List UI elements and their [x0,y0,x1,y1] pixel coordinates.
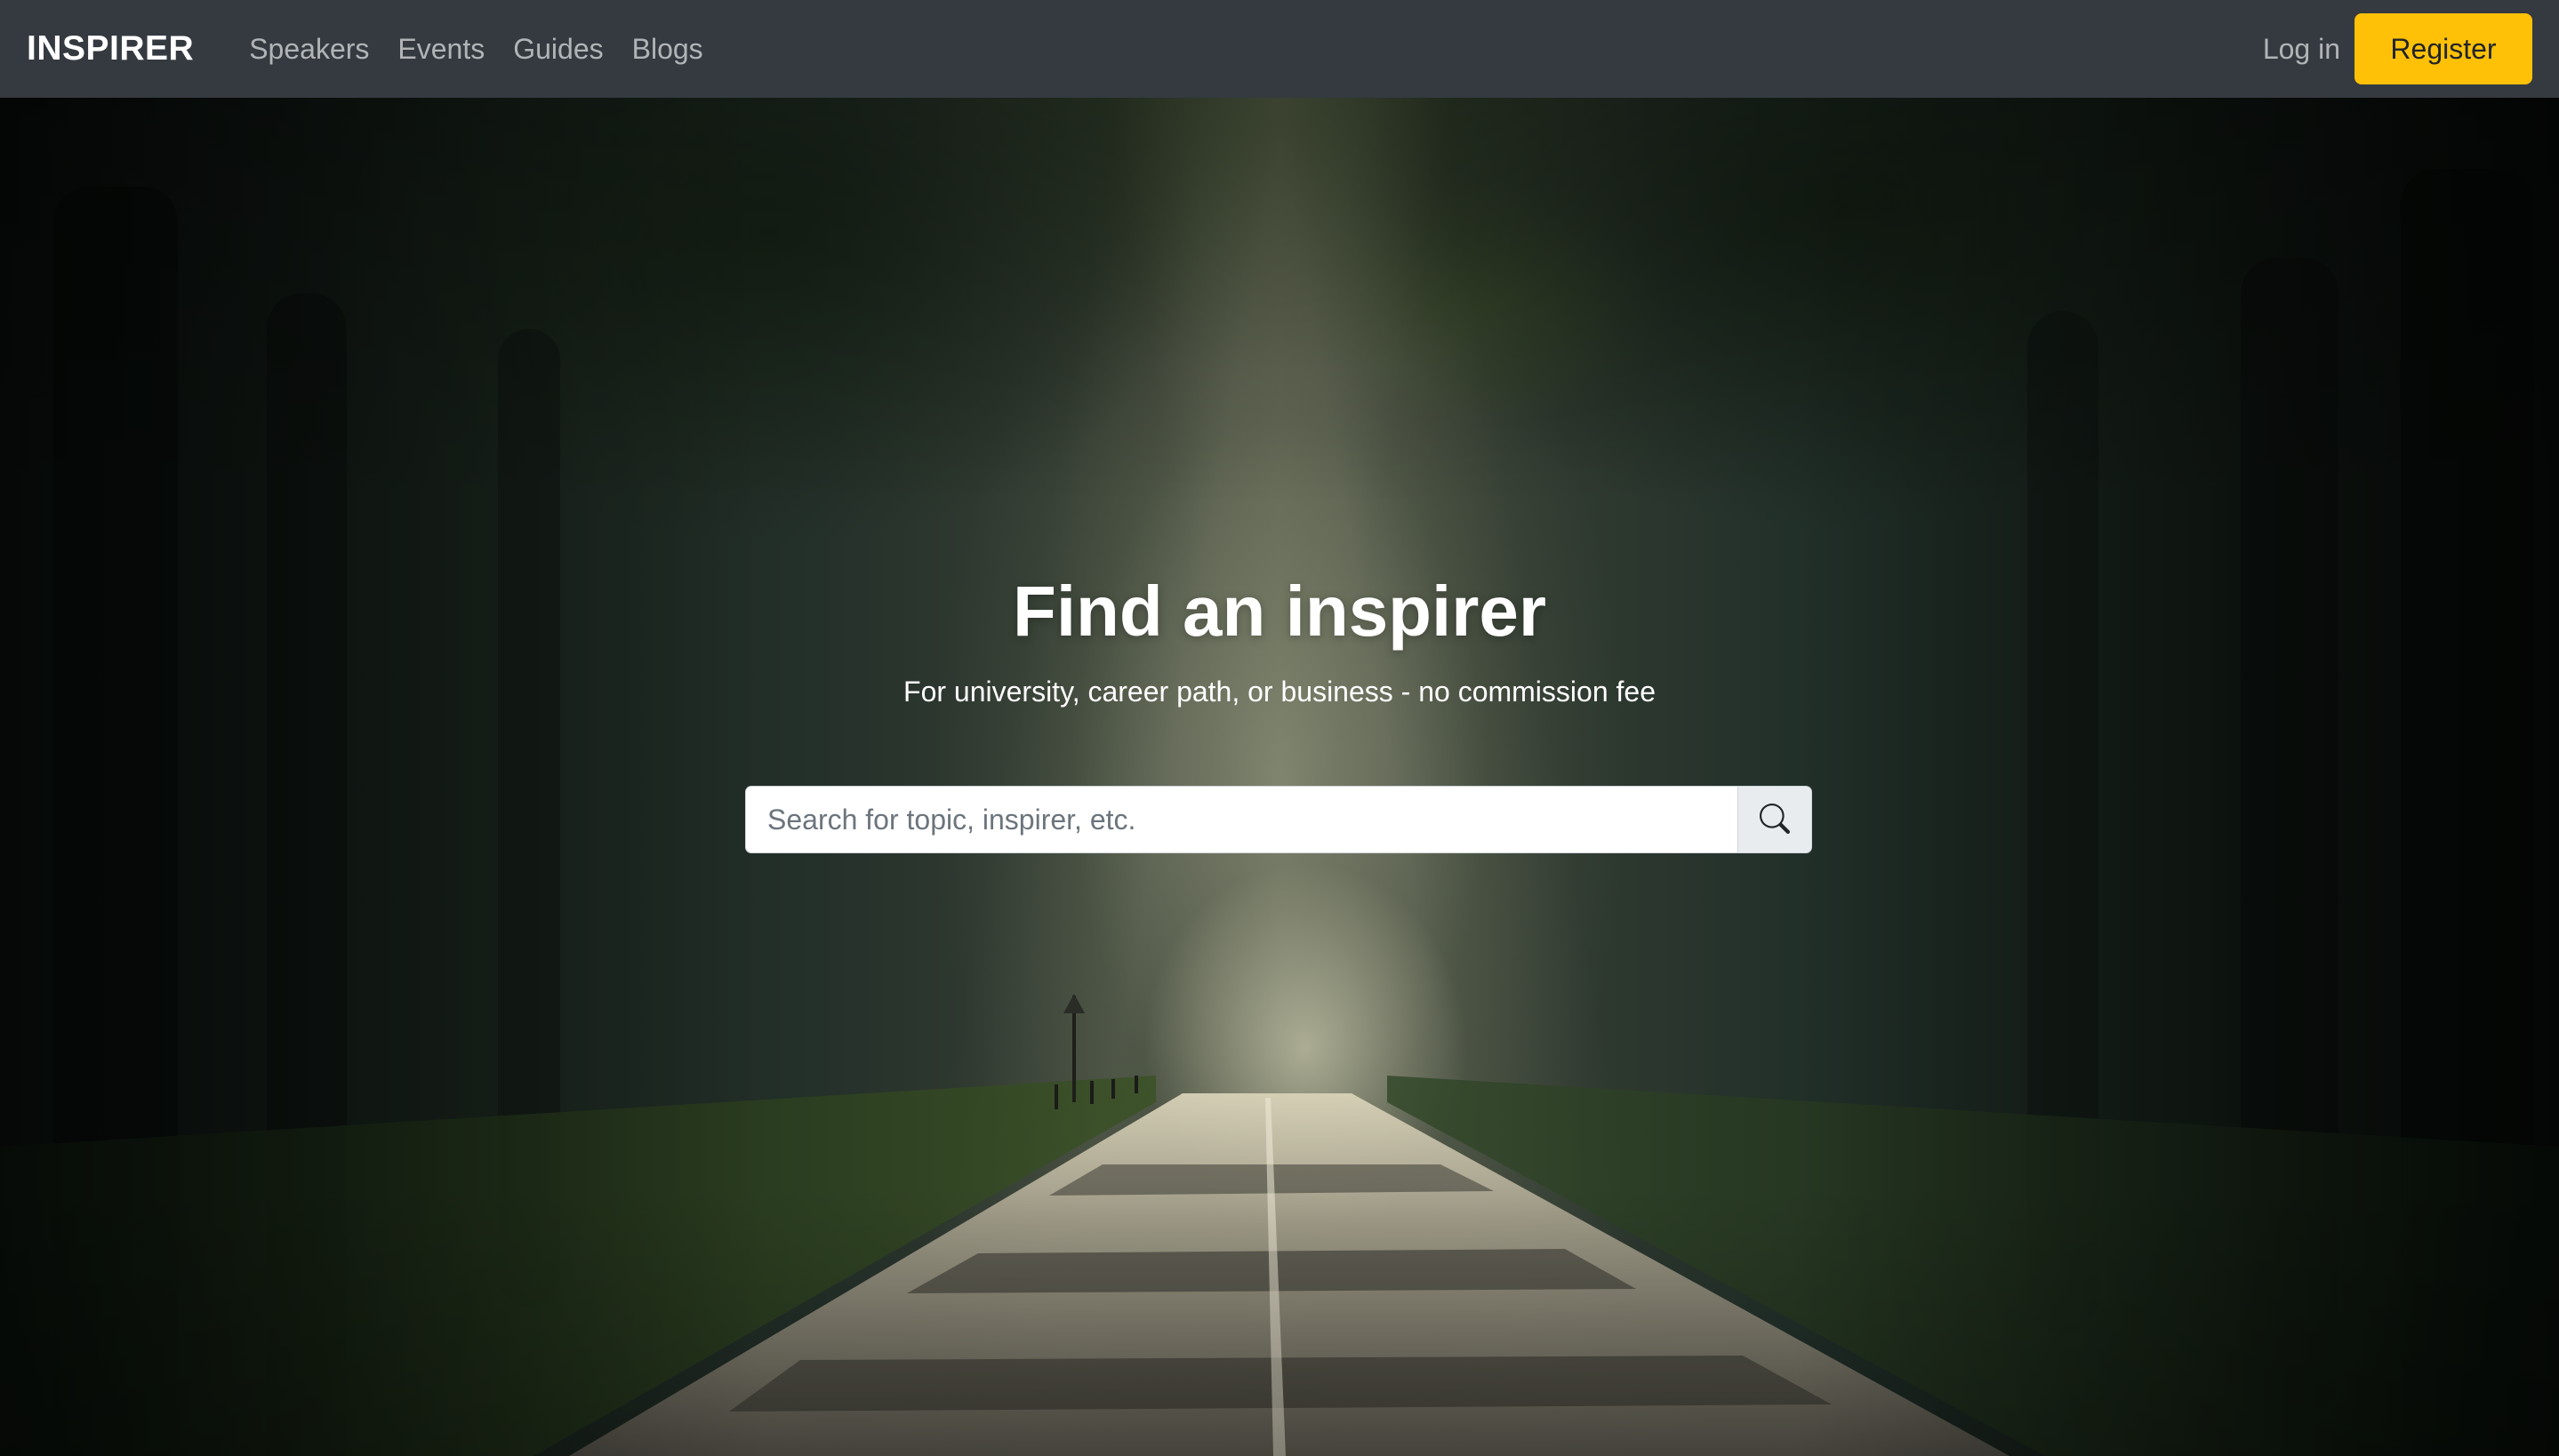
search-input[interactable] [745,786,1737,853]
nav-link-speakers[interactable]: Speakers [235,33,383,66]
hero-subtitle: For university, career path, or business… [903,676,1656,708]
brand-logo[interactable]: INSPIRER [27,29,194,68]
hero-title: Find an inspirer [1012,572,1547,651]
search-bar [745,786,1812,853]
nav-actions: Log in Register [2263,13,2532,84]
search-button[interactable] [1737,786,1812,853]
register-button[interactable]: Register [2354,13,2532,84]
nav-link-guides[interactable]: Guides [499,33,617,66]
nav-links: Speakers Events Guides Blogs [235,33,717,66]
nav-link-blogs[interactable]: Blogs [618,33,718,66]
hero-background-image [0,98,2559,1456]
search-icon [1759,803,1790,836]
nav-link-events[interactable]: Events [383,33,499,66]
hero-section: Find an inspirer For university, career … [0,98,2559,1456]
login-link[interactable]: Log in [2263,33,2340,66]
top-navbar: INSPIRER Speakers Events Guides Blogs Lo… [0,0,2559,98]
